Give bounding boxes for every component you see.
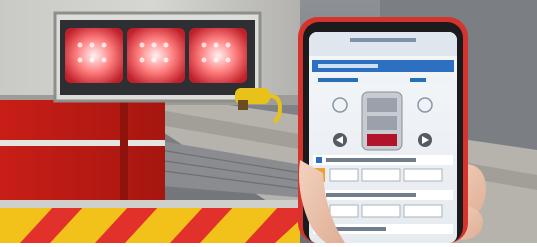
photo-scene xyxy=(0,0,537,243)
bumper-stripes xyxy=(0,205,300,243)
tail-lamp-segments xyxy=(65,28,247,83)
arrow-right-button[interactable] xyxy=(418,133,432,147)
arrow-left-button[interactable] xyxy=(333,133,347,147)
setting-row-1 xyxy=(313,155,453,165)
setting-row-2-controls[interactable] xyxy=(313,204,443,218)
truck-red-panel xyxy=(0,100,165,210)
setting-row-1-controls[interactable] xyxy=(313,168,443,182)
setting-row-2 xyxy=(313,190,453,200)
